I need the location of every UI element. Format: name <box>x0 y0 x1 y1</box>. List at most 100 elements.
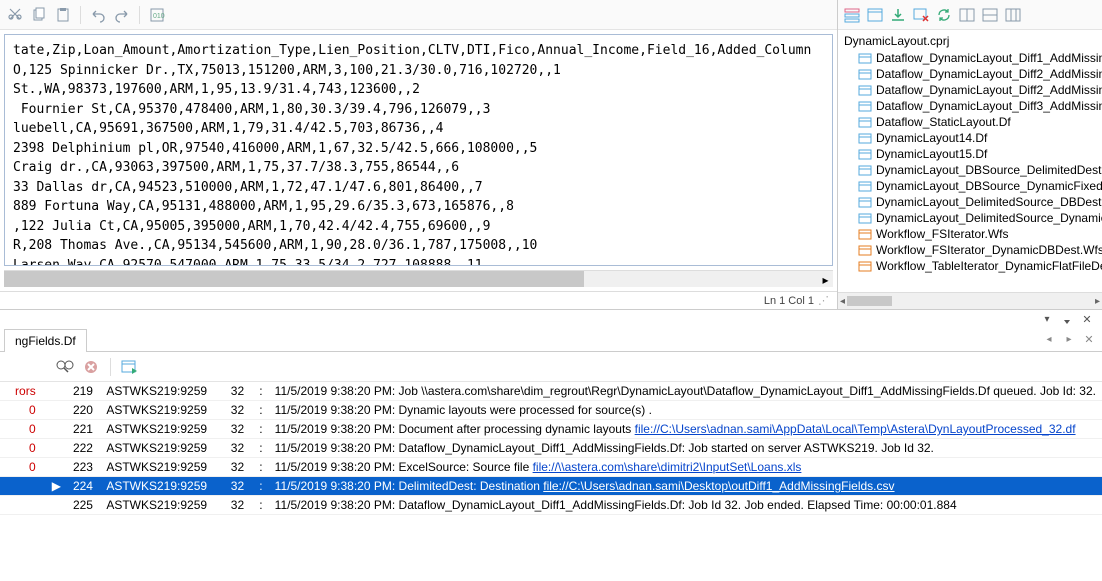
tree-item[interactable]: DynamicLayout_DBSource_DynamicFixedLengt… <box>838 178 1102 194</box>
editor-text[interactable]: tate,Zip,Loan_Amount,Amortization_Type,L… <box>5 35 832 266</box>
error-count-cell <box>0 477 46 496</box>
cursor-position: Ln 1 Col 1 <box>764 295 814 307</box>
error-count-cell: 0 <box>0 420 46 439</box>
close-icon[interactable]: ✕ <box>1078 310 1096 328</box>
editor-panel: 010 tate,Zip,Loan_Amount,Amortization_Ty… <box>0 0 838 309</box>
tree-item-label: DynamicLayout15.Df <box>876 147 987 161</box>
editor-horizontal-scrollbar[interactable]: ◂ ▸ <box>4 270 833 287</box>
row-message: 11/5/2019 9:38:20 PM: Document after pro… <box>269 420 1102 439</box>
copy-icon[interactable] <box>30 6 48 24</box>
tree-item[interactable]: Workflow_FSIterator.Wfs <box>838 226 1102 242</box>
dropdown-icon[interactable]: ▾ <box>1038 310 1056 328</box>
layout3-icon[interactable] <box>1003 5 1023 25</box>
df-icon <box>858 51 872 65</box>
svg-text:010: 010 <box>153 13 165 20</box>
tree-item[interactable]: DynamicLayout_DBSource_DelimitedDest.Df <box>838 162 1102 178</box>
paste-icon[interactable] <box>54 6 72 24</box>
scroll-thumb[interactable] <box>4 271 584 287</box>
log-row[interactable]: 0 221 ASTWKS219:9259 32 : 11/5/2019 9:38… <box>0 420 1102 439</box>
tab-next-icon[interactable]: ▸ <box>1060 331 1078 349</box>
log-row[interactable]: 225 ASTWKS219:9259 32 : 11/5/2019 9:38:2… <box>0 496 1102 515</box>
tab-prev-icon[interactable]: ◂ <box>1040 331 1058 349</box>
view-list-icon[interactable] <box>842 5 862 25</box>
tree-item-label: DynamicLayout_DBSource_DelimitedDest.Df <box>876 163 1102 177</box>
scroll-right-icon[interactable]: ▸ <box>817 271 834 288</box>
pin-icon[interactable] <box>1058 310 1076 328</box>
row-sep: : <box>253 420 268 439</box>
tree-item[interactable]: Workflow_FSIterator_DynamicDBDest.Wfs <box>838 242 1102 258</box>
tab-strip: ngFields.Df ◂ ▸ ✕ <box>0 328 1102 352</box>
row-marker: ▶ <box>46 477 67 496</box>
run-window-icon[interactable] <box>121 358 139 376</box>
cut-icon[interactable] <box>6 6 24 24</box>
panel-header: ▾ ✕ <box>0 310 1102 328</box>
scroll-thumb[interactable] <box>847 296 892 306</box>
row-job: 32 <box>225 401 254 420</box>
tree-item[interactable]: DynamicLayout15.Df <box>838 146 1102 162</box>
project-tree-panel: DynamicLayout.cprj Dataflow_DynamicLayou… <box>838 0 1102 309</box>
row-job: 32 <box>225 458 254 477</box>
log-link[interactable]: file://C:\Users\adnan.sami\AppData\Local… <box>635 422 1076 436</box>
df-icon <box>858 179 872 193</box>
row-host: ASTWKS219:9259 <box>100 496 224 515</box>
row-sep: : <box>253 458 268 477</box>
log-row[interactable]: rors 219 ASTWKS219:9259 32 : 11/5/2019 9… <box>0 382 1102 401</box>
delete-window-icon[interactable] <box>911 5 931 25</box>
download-icon[interactable] <box>888 5 908 25</box>
wf-icon <box>858 259 872 273</box>
scroll-right-icon[interactable]: ▸ <box>1095 296 1100 307</box>
layout1-icon[interactable] <box>957 5 977 25</box>
tree-item[interactable]: Dataflow_DynamicLayout_Diff1_AddMissingF… <box>838 50 1102 66</box>
tree-item[interactable]: DynamicLayout_DelimitedSource_DBDest.Df <box>838 194 1102 210</box>
tree-item-label: Workflow_TableIterator_DynamicFlatFileDe… <box>876 259 1102 273</box>
row-marker <box>46 382 67 401</box>
scroll-left-icon[interactable]: ◂ <box>840 296 845 307</box>
tree-item[interactable]: Dataflow_StaticLayout.Df <box>838 114 1102 130</box>
log-row[interactable]: 0 220 ASTWKS219:9259 32 : 11/5/2019 9:38… <box>0 401 1102 420</box>
tree-root-label[interactable]: DynamicLayout.cprj <box>838 32 1102 50</box>
editor-body[interactable]: tate,Zip,Loan_Amount,Amortization_Type,L… <box>4 34 833 266</box>
tree-body[interactable]: DynamicLayout.cprj Dataflow_DynamicLayou… <box>838 30 1102 292</box>
binary-icon[interactable]: 010 <box>148 6 166 24</box>
row-message: 11/5/2019 9:38:20 PM: Dynamic layouts we… <box>269 401 1102 420</box>
find-icon[interactable] <box>56 358 74 376</box>
refresh-icon[interactable] <box>934 5 954 25</box>
tab-active[interactable]: ngFields.Df <box>4 329 87 352</box>
df-icon <box>858 83 872 97</box>
tree-item-label: DynamicLayout14.Df <box>876 131 987 145</box>
log-row[interactable]: 0 222 ASTWKS219:9259 32 : 11/5/2019 9:38… <box>0 439 1102 458</box>
tree-item[interactable]: DynamicLayout_DelimitedSource_DynamicDBD… <box>838 210 1102 226</box>
layout2-icon[interactable] <box>980 5 1000 25</box>
tree-item[interactable]: Dataflow_DynamicLayout_Diff2_AddMissingF… <box>838 66 1102 82</box>
log-link[interactable]: file://C:\Users\adnan.sami\Desktop\outDi… <box>543 479 894 493</box>
tab-close-icon[interactable]: ✕ <box>1080 331 1098 349</box>
row-number: 220 <box>67 401 100 420</box>
tree-toolbar <box>838 0 1102 30</box>
tree-item[interactable]: Dataflow_DynamicLayout_Diff2_AddMissingF… <box>838 82 1102 98</box>
row-marker <box>46 496 67 515</box>
log-grid[interactable]: rors 219 ASTWKS219:9259 32 : 11/5/2019 9… <box>0 382 1102 581</box>
df-icon <box>858 147 872 161</box>
row-sep: : <box>253 439 268 458</box>
row-job: 32 <box>225 420 254 439</box>
row-number: 222 <box>67 439 100 458</box>
row-sep: : <box>253 382 268 401</box>
row-number: 223 <box>67 458 100 477</box>
log-row[interactable]: 0 223 ASTWKS219:9259 32 : 11/5/2019 9:38… <box>0 458 1102 477</box>
tree-horizontal-scrollbar[interactable]: ◂ ▸ <box>838 292 1102 309</box>
wf-icon <box>858 243 872 257</box>
undo-icon[interactable] <box>89 6 107 24</box>
resize-grip-icon[interactable]: ⋰ <box>818 294 829 307</box>
row-number: 225 <box>67 496 100 515</box>
tree-item[interactable]: Dataflow_DynamicLayout_Diff3_AddMissingF… <box>838 98 1102 114</box>
editor-status-bar: Ln 1 Col 1 ⋰ <box>0 291 837 309</box>
cancel-icon[interactable] <box>82 358 100 376</box>
redo-icon[interactable] <box>113 6 131 24</box>
window-icon[interactable] <box>865 5 885 25</box>
tree-item-label: Dataflow_DynamicLayout_Diff2_AddMissingF… <box>876 83 1102 97</box>
log-row[interactable]: ▶ 224 ASTWKS219:9259 32 : 11/5/2019 9:38… <box>0 477 1102 496</box>
tree-item[interactable]: DynamicLayout14.Df <box>838 130 1102 146</box>
log-link[interactable]: file://\\astera.com\share\dimitri2\Input… <box>533 460 802 474</box>
error-count-cell: rors <box>0 382 46 401</box>
tree-item[interactable]: Workflow_TableIterator_DynamicFlatFileDe… <box>838 258 1102 274</box>
